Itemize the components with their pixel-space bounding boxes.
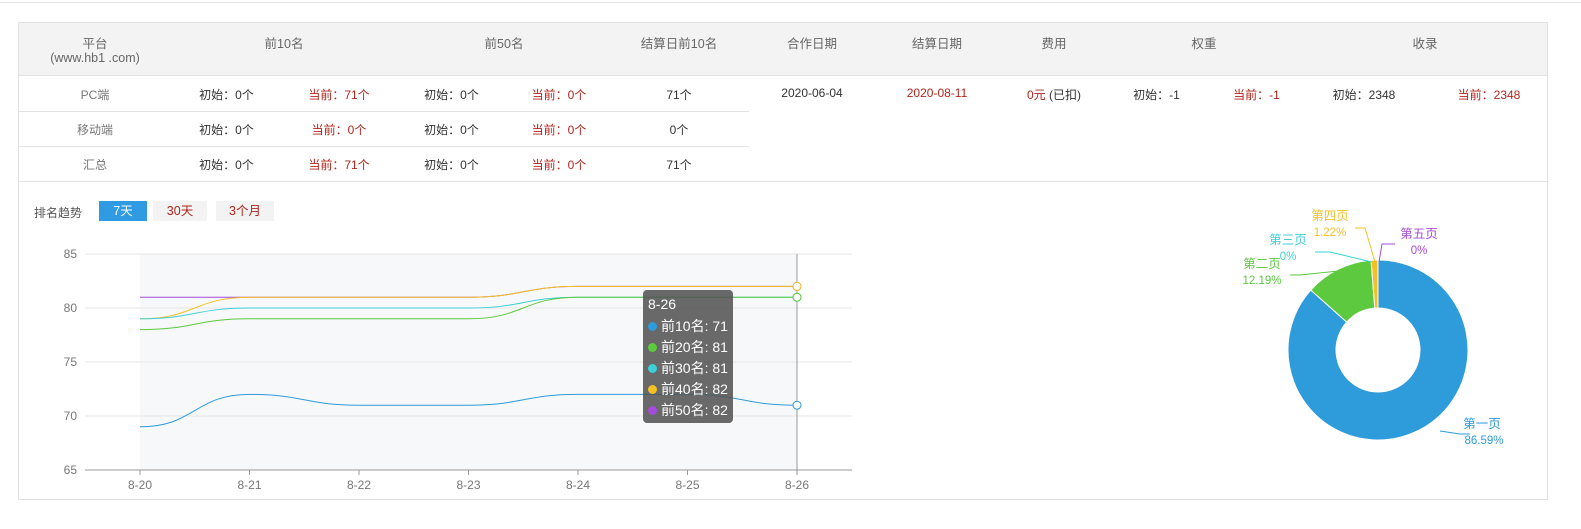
donut-value-label: 12.19% bbox=[1242, 275, 1281, 287]
tooltip-row: 前30名: 81 bbox=[648, 358, 728, 379]
page-distribution-donut-chart: 第一页 86.59% 第二页 12.19% 第三页 0% 第四页 1.22% 第五页 0% bbox=[1242, 209, 1503, 447]
series-dot-icon bbox=[648, 406, 657, 415]
tooltip-item: 前30名: 81 bbox=[661, 360, 728, 376]
donut-leader-line bbox=[1378, 243, 1395, 263]
donut-value-label: 0% bbox=[1411, 245, 1428, 257]
series-dot-icon bbox=[648, 322, 657, 331]
donut-value-label: 86.59% bbox=[1464, 435, 1503, 447]
donut-leader-line bbox=[1439, 430, 1470, 435]
tooltip-item: 前10名: 71 bbox=[661, 318, 728, 334]
donut-value-label: 0% bbox=[1280, 251, 1297, 263]
tooltip-item: 前50名: 82 bbox=[661, 402, 728, 418]
tooltip-row: 前10名: 71 bbox=[648, 316, 728, 337]
series-dot-icon bbox=[648, 385, 657, 394]
donut-leader-line bbox=[1315, 251, 1373, 263]
tooltip-title: 8-26 bbox=[648, 296, 677, 312]
donut-category-label: 第三页 bbox=[1269, 233, 1307, 247]
donut-leader-line bbox=[1355, 227, 1376, 263]
tooltip-item: 前20名: 81 bbox=[661, 339, 728, 355]
tooltip-row: 前50名: 82 bbox=[648, 400, 728, 421]
chart-tooltip: 8-26 前10名: 71 前20名: 81 前30名: 81 前40名: 82… bbox=[643, 290, 733, 423]
donut-category-label: 第四页 bbox=[1311, 209, 1349, 223]
donut-category-label: 第五页 bbox=[1400, 227, 1438, 241]
tooltip-row: 前20名: 81 bbox=[648, 337, 728, 358]
donut-category-label: 第一页 bbox=[1463, 417, 1501, 431]
donut-value-label: 1.22% bbox=[1314, 227, 1347, 239]
series-dot-icon bbox=[648, 364, 657, 373]
donut-category-label: 第二页 bbox=[1243, 257, 1281, 271]
tooltip-row: 前40名: 82 bbox=[648, 379, 728, 400]
tooltip-item: 前40名: 82 bbox=[661, 381, 728, 397]
series-dot-icon bbox=[648, 343, 657, 352]
